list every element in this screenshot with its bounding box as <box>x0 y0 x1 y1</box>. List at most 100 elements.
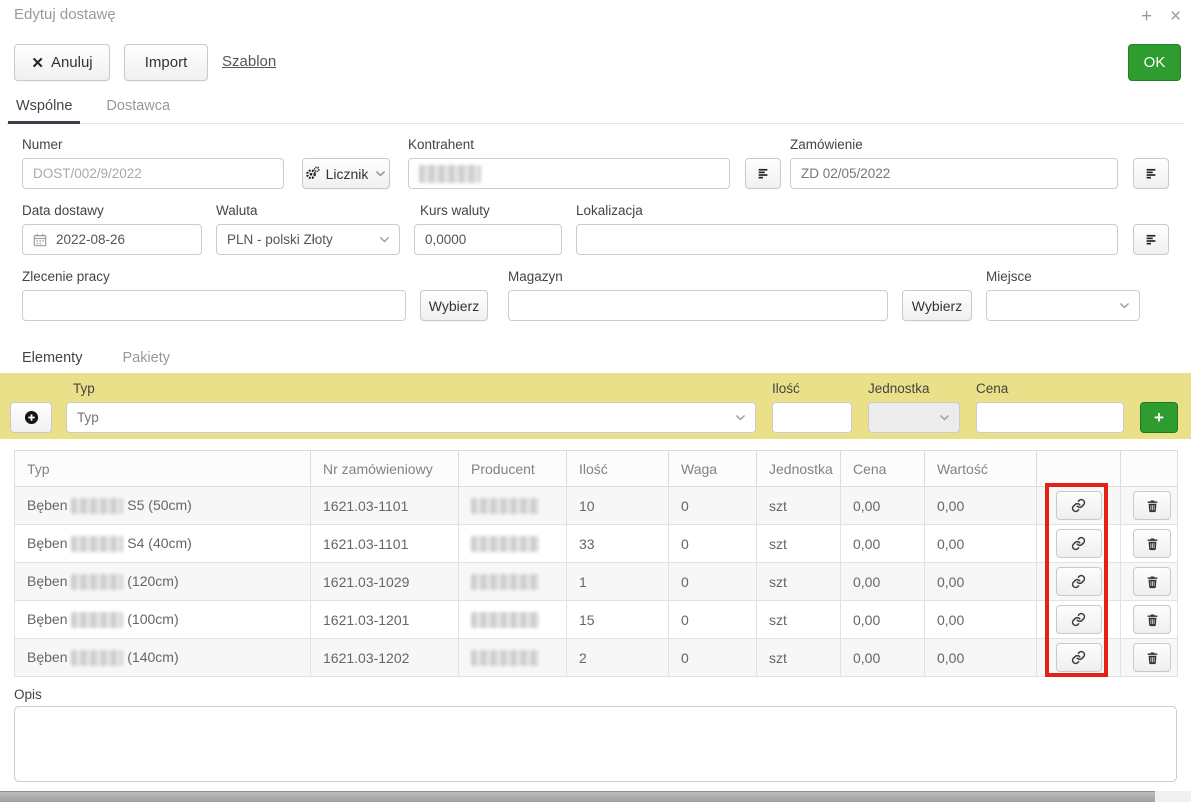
link-icon <box>1071 536 1086 551</box>
list-icon <box>1144 233 1158 247</box>
col-link <box>1037 451 1121 487</box>
calendar-icon <box>33 233 47 247</box>
order-number: 1621.03-1029 <box>311 563 459 601</box>
waluta-select[interactable]: PLN - polski Złoty <box>216 224 400 255</box>
add-jednostka-label: Jednostka <box>868 381 930 396</box>
waluta-value: PLN - polski Złoty <box>227 232 378 247</box>
quantity: 10 <box>567 487 669 525</box>
col-wartosc: Wartość <box>925 451 1037 487</box>
main-tabbar: Wspólne Dostawca <box>6 94 1185 124</box>
unit: szt <box>757 525 841 563</box>
expand-add-button[interactable] <box>10 402 52 433</box>
delete-button[interactable] <box>1133 605 1171 634</box>
value: 0,00 <box>925 601 1037 639</box>
redacted-producent <box>471 574 539 590</box>
add-ilosc-input[interactable] <box>772 402 852 433</box>
add-jednostka-select[interactable] <box>868 402 960 433</box>
link-button[interactable] <box>1056 643 1102 672</box>
lokalizacja-label: Lokalizacja <box>576 203 643 218</box>
gears-icon <box>305 166 320 181</box>
zamowienie-list-button[interactable] <box>1133 158 1169 189</box>
lokalizacja-list-button[interactable] <box>1133 224 1169 255</box>
magazyn-label: Magazyn <box>508 269 563 284</box>
value: 0,00 <box>925 525 1037 563</box>
redacted-name-part <box>71 536 123 552</box>
expand-icon[interactable]: + <box>1141 7 1152 26</box>
tab-pakiety[interactable]: Pakiety <box>112 346 180 375</box>
import-label: Import <box>145 54 188 71</box>
redacted-name-part <box>71 574 123 590</box>
kurs-waluty-label: Kurs waluty <box>420 203 490 218</box>
dialog-title: Edytuj dostawę <box>14 6 116 23</box>
delete-button[interactable] <box>1133 567 1171 596</box>
tab-elementy[interactable]: Elementy <box>14 346 90 375</box>
kontrahent-list-button[interactable] <box>745 158 781 189</box>
chevron-down-icon <box>374 167 387 180</box>
redacted-name-part <box>71 612 123 628</box>
zlecenie-wybierz-button[interactable]: Wybierz <box>420 290 488 321</box>
delete-button[interactable] <box>1133 529 1171 558</box>
table-header-row: Typ Nr zamówieniowy Producent Ilość Waga… <box>15 451 1178 487</box>
price: 0,00 <box>841 639 925 677</box>
value: 0,00 <box>925 487 1037 525</box>
kurs-waluty-input[interactable] <box>414 224 562 255</box>
redacted-producent <box>471 498 539 514</box>
horizontal-scrollbar[interactable] <box>0 791 1191 802</box>
trash-icon <box>1146 613 1159 627</box>
col-producent: Producent <box>459 451 567 487</box>
zamowienie-input[interactable] <box>790 158 1118 189</box>
numer-input[interactable] <box>22 158 284 189</box>
table-row: Bęben S4 (40cm) 1621.03-1101 33 0 szt 0,… <box>15 525 1178 563</box>
item-name-suffix: S5 (50cm) <box>127 497 192 513</box>
add-typ-input[interactable] <box>77 410 734 425</box>
link-icon <box>1071 574 1086 589</box>
add-item-bar: Typ Ilość Jednostka Cena + <box>0 373 1191 439</box>
unit: szt <box>757 487 841 525</box>
link-button[interactable] <box>1056 529 1102 558</box>
close-icon[interactable]: × <box>1170 7 1181 26</box>
trash-icon <box>1146 499 1159 513</box>
add-typ-combobox[interactable] <box>66 402 756 433</box>
weight: 0 <box>669 601 757 639</box>
item-name-prefix: Bęben <box>27 497 67 513</box>
item-name-suffix: (100cm) <box>127 611 178 627</box>
link-button[interactable] <box>1056 491 1102 520</box>
add-cena-input[interactable] <box>976 402 1124 433</box>
trash-icon <box>1146 537 1159 551</box>
cancel-button[interactable]: ✕ Anuluj <box>14 44 110 81</box>
weight: 0 <box>669 487 757 525</box>
zlecenie-pracy-label: Zlecenie pracy <box>22 269 110 284</box>
zamowienie-label: Zamówienie <box>790 137 863 152</box>
value: 0,00 <box>925 563 1037 601</box>
item-name-prefix: Bęben <box>27 649 67 665</box>
licznik-button[interactable]: Licznik <box>302 158 390 189</box>
magazyn-wybierz-button[interactable]: Wybierz <box>902 290 972 321</box>
data-dostawy-input[interactable]: 2022-08-26 <box>22 224 202 255</box>
import-button[interactable]: Import <box>124 44 208 81</box>
lokalizacja-input[interactable] <box>576 224 1118 255</box>
order-number: 1621.03-1101 <box>311 487 459 525</box>
add-item-button[interactable]: + <box>1140 402 1178 433</box>
link-button[interactable] <box>1056 605 1102 634</box>
zlecenie-pracy-input[interactable] <box>22 290 406 321</box>
unit: szt <box>757 563 841 601</box>
magazyn-input[interactable] <box>508 290 888 321</box>
kontrahent-input[interactable] <box>408 158 730 189</box>
ok-button[interactable]: OK <box>1128 44 1181 81</box>
tab-dostawca[interactable]: Dostawca <box>96 94 180 123</box>
tab-wspolne[interactable]: Wspólne <box>6 94 82 123</box>
delete-button[interactable] <box>1133 491 1171 520</box>
item-tabbar: Elementy Pakiety <box>14 346 180 375</box>
opis-label: Opis <box>14 687 42 702</box>
weight: 0 <box>669 639 757 677</box>
delete-button[interactable] <box>1133 643 1171 672</box>
opis-textarea[interactable] <box>14 706 1177 782</box>
col-waga: Waga <box>669 451 757 487</box>
template-link[interactable]: Szablon <box>222 53 276 70</box>
weight: 0 <box>669 525 757 563</box>
weight: 0 <box>669 563 757 601</box>
price: 0,00 <box>841 525 925 563</box>
link-button[interactable] <box>1056 567 1102 596</box>
miejsce-select[interactable] <box>986 290 1140 321</box>
scrollbar-thumb[interactable] <box>0 791 1155 802</box>
